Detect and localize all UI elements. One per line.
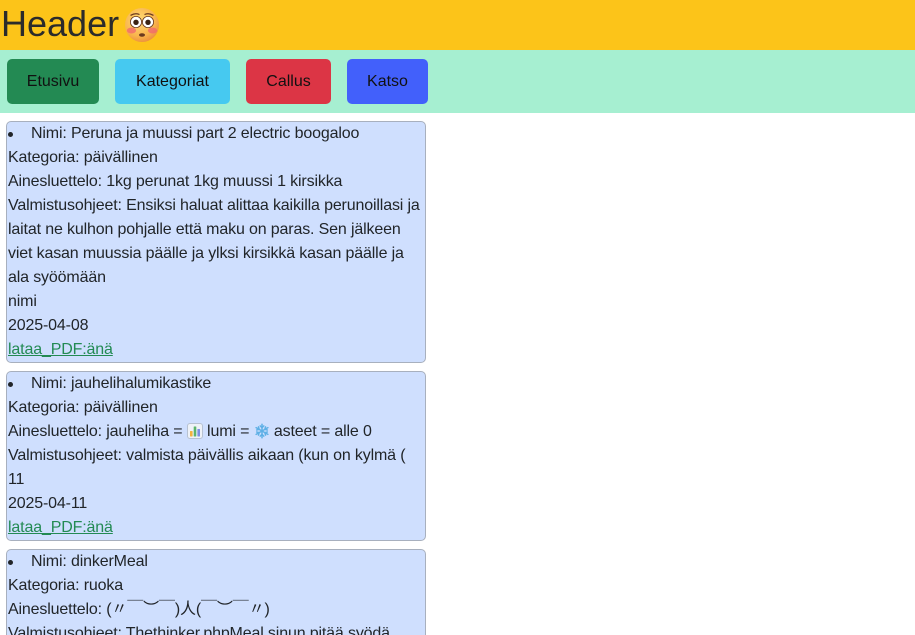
- snowflake-icon: [254, 423, 269, 439]
- page-header: Header: [0, 0, 915, 50]
- recipe-ingredients: Ainesluettelo: (〃￣︶￣)人(￣︶￣〃): [8, 601, 270, 618]
- bar-chart-icon: [186, 423, 203, 439]
- pdf-download-link[interactable]: lataa_PDF:änä: [8, 341, 113, 358]
- nav-button-etusivu[interactable]: Etusivu: [7, 59, 99, 104]
- recipe-author: nimi: [8, 293, 37, 310]
- recipe-name: Nimi: dinkerMeal: [31, 553, 148, 570]
- pdf-link-row: lataa_PDF:änä: [8, 338, 425, 362]
- recipe-name: Nimi: Peruna ja muussi part 2 electric b…: [31, 125, 360, 142]
- recipe-card: Nimi: Peruna ja muussi part 2 electric b…: [6, 121, 426, 363]
- recipe-instructions: Valmistusohjeet: Ensiksi haluat alittaa …: [8, 197, 420, 286]
- page-header-title: Header: [1, 3, 120, 44]
- ingredients-text-part: lumi =: [202, 423, 254, 440]
- recipe-category: Kategoria: päivällinen: [8, 149, 158, 166]
- recipe-list: Nimi: Peruna ja muussi part 2 electric b…: [0, 113, 915, 635]
- recipe-category: Kategoria: päivällinen: [8, 399, 158, 416]
- ingredients-text-part: asteet = alle 0: [269, 423, 372, 440]
- recipe-date: 2025-04-11: [8, 495, 88, 512]
- recipe-name-row: Nimi: jauhelihalumikastike: [8, 372, 425, 396]
- pdf-link-row: lataa_PDF:änä: [8, 516, 425, 540]
- recipe-name: Nimi: jauhelihalumikastike: [31, 375, 212, 392]
- list-bullet: [8, 559, 13, 565]
- list-bullet: [8, 381, 13, 387]
- pdf-download-link[interactable]: lataa_PDF:änä: [8, 519, 113, 536]
- nav-button-katso[interactable]: Katso: [347, 59, 428, 104]
- recipe-date: 2025-04-08: [8, 317, 89, 334]
- recipe-ingredients: Ainesluettelo: jauheliha = lumi = asteet…: [8, 420, 425, 444]
- list-bullet: [8, 131, 13, 137]
- recipe-author: 11: [8, 471, 25, 488]
- flushed-face-icon: [125, 8, 160, 42]
- recipe-instructions: Valmistusohjeet: valmista päivällis aika…: [8, 447, 406, 464]
- recipe-card: Nimi: dinkerMeal Kategoria: ruoka Ainesl…: [6, 549, 426, 635]
- main-nav: Etusivu Kategoriat Callus Katso: [0, 50, 915, 113]
- recipe-instructions: Valmistusohjeet: Thethinker.phpMeal sinu…: [8, 625, 390, 635]
- nav-button-callus[interactable]: Callus: [246, 59, 331, 104]
- recipe-name-row: Nimi: dinkerMeal: [8, 550, 425, 574]
- recipe-ingredients: Ainesluettelo: 1kg perunat 1kg muussi 1 …: [8, 173, 343, 190]
- nav-button-kategoriat[interactable]: Kategoriat: [115, 59, 230, 104]
- recipe-card: Nimi: jauhelihalumikastike Kategoria: pä…: [6, 371, 426, 541]
- recipe-category: Kategoria: ruoka: [8, 577, 124, 594]
- recipe-name-row: Nimi: Peruna ja muussi part 2 electric b…: [8, 122, 425, 146]
- ingredients-text-part: Ainesluettelo: jauheliha =: [8, 423, 187, 440]
